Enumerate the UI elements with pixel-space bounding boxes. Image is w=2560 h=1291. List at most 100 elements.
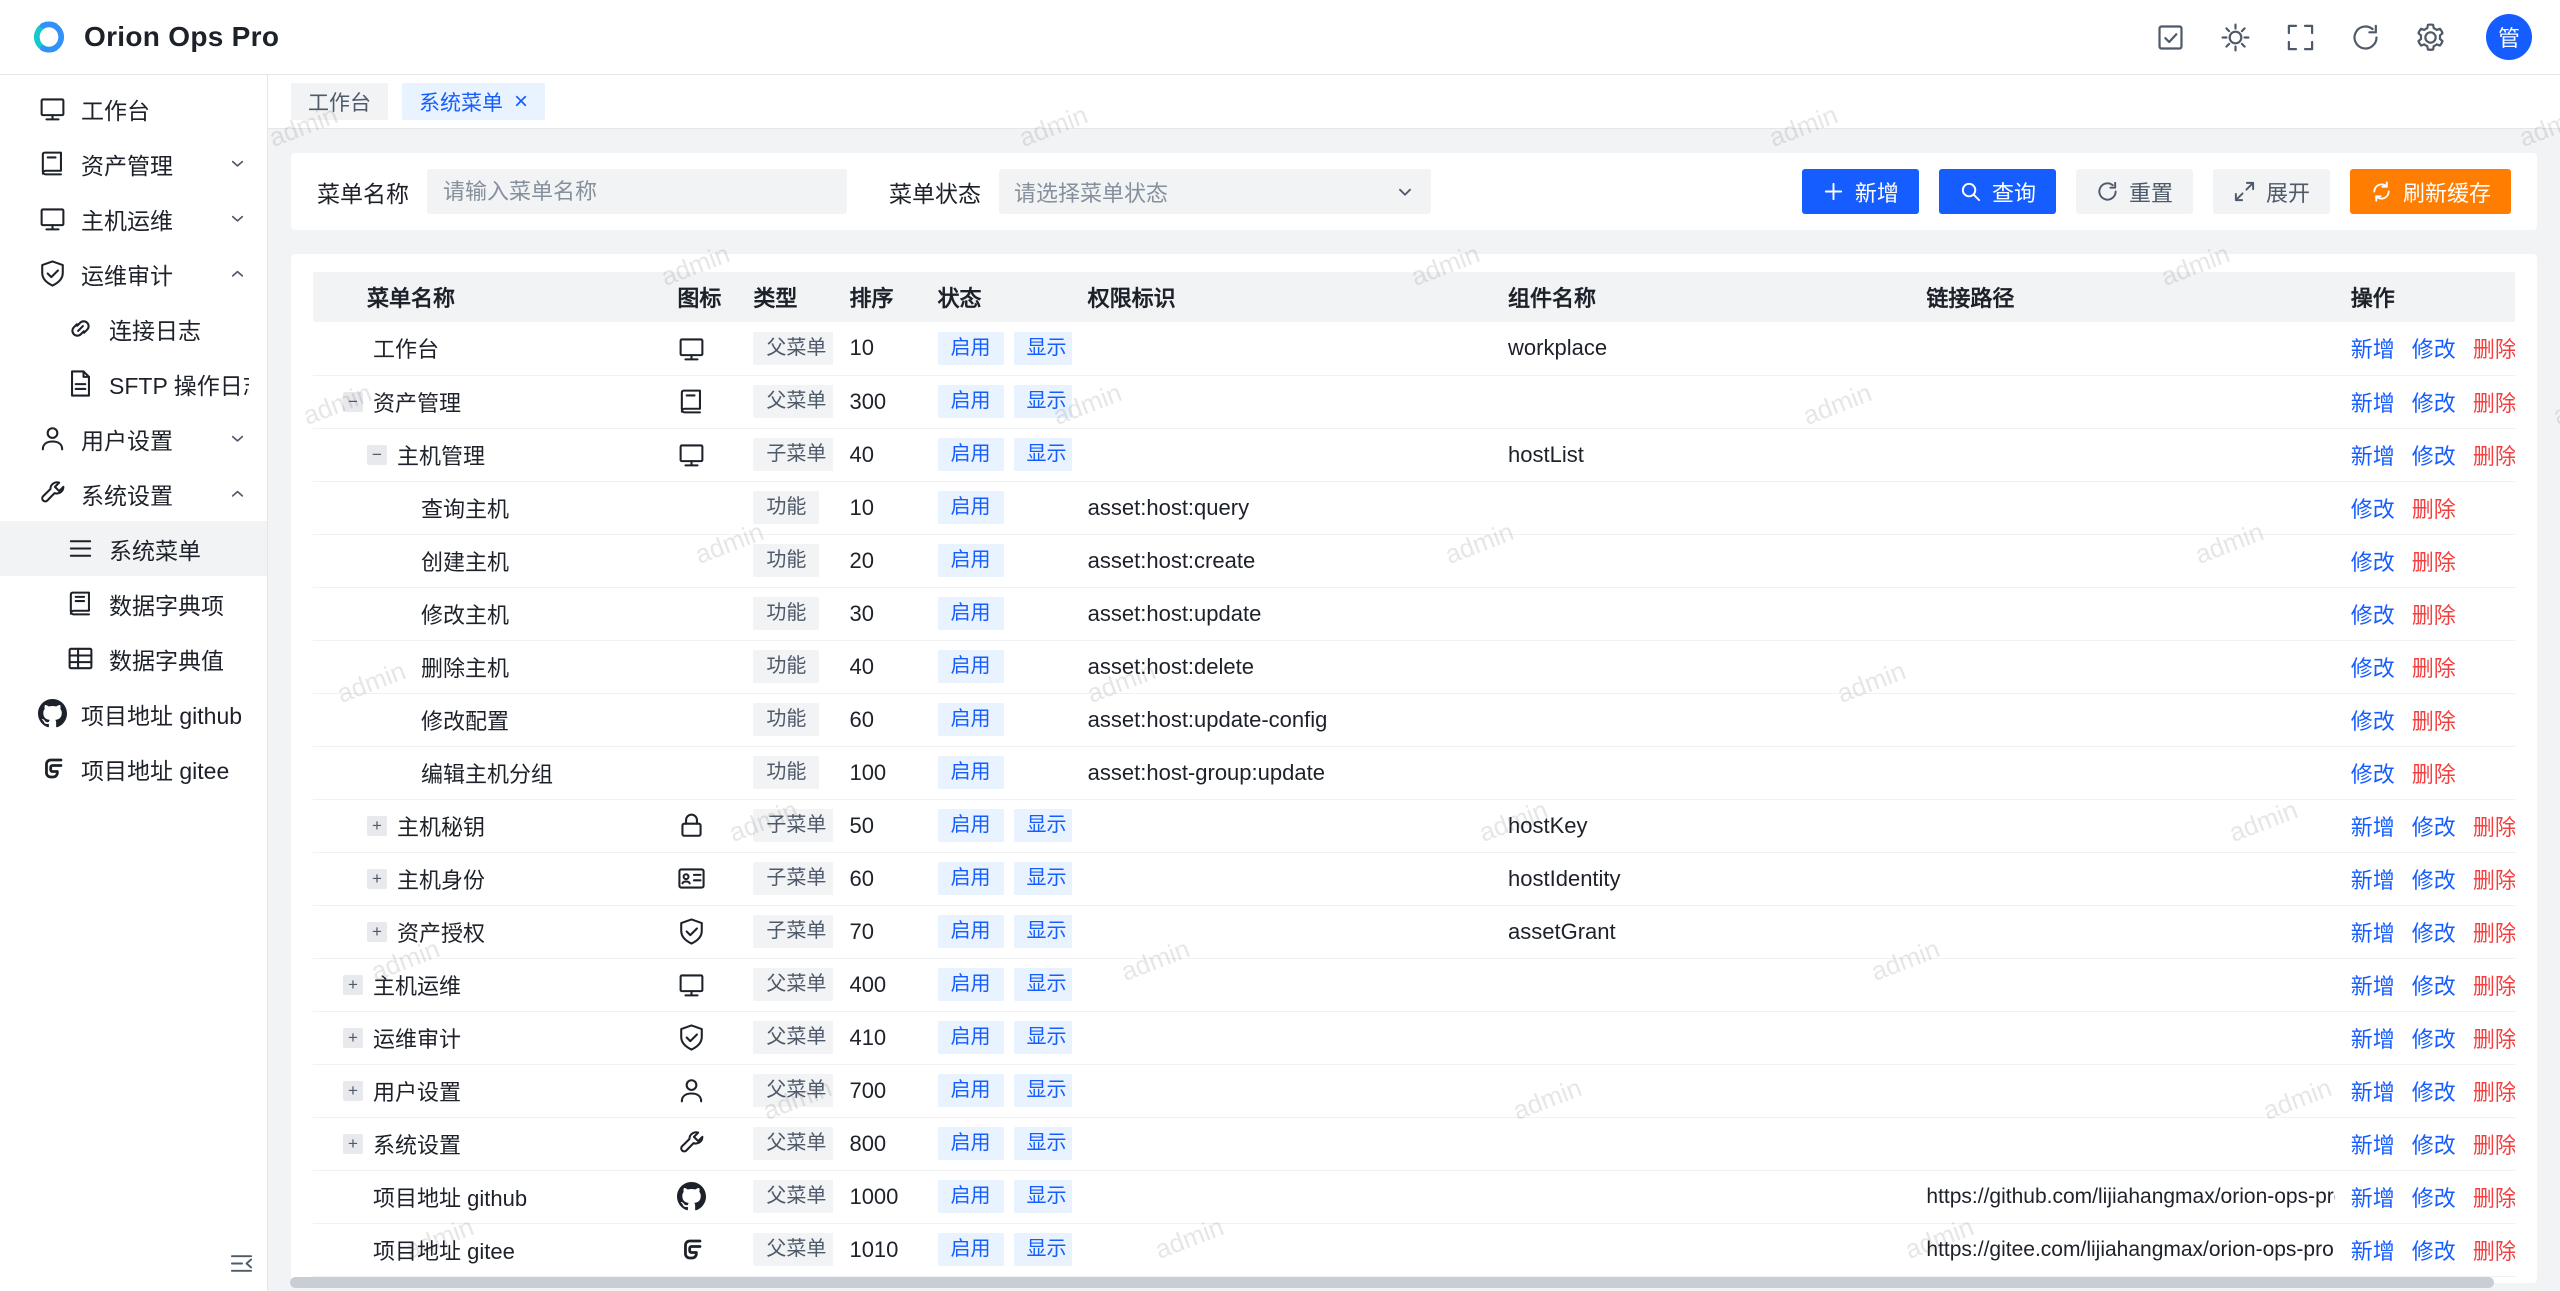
horizontal-scrollbar[interactable]	[272, 1277, 2556, 1290]
table-row[interactable]: +资产授权 子菜单 70 启用显示 assetGrant 新增修改删除	[313, 905, 2515, 958]
expand-row-button[interactable]: +	[343, 1028, 363, 1048]
table-row[interactable]: 修改主机 功能 30 启用 asset:host:update 修改删除	[313, 587, 2515, 640]
query-button[interactable]: 查询	[1939, 169, 2056, 214]
sidebar-subitem[interactable]: 连接日志	[0, 301, 267, 356]
expand-row-button[interactable]: +	[367, 869, 387, 889]
row-action-add[interactable]: 新增	[2351, 444, 2395, 469]
menu-status-select[interactable]: 请选择菜单状态	[999, 169, 1431, 214]
row-action-add[interactable]: 新增	[2351, 337, 2395, 362]
table-row[interactable]: 修改配置 功能 60 启用 asset:host:update-config 修…	[313, 693, 2515, 746]
sidebar-subitem[interactable]: 系统菜单	[0, 521, 267, 576]
close-tab-icon[interactable]: ×	[514, 90, 528, 114]
row-action-delete[interactable]: 删除	[2473, 1239, 2515, 1264]
row-action-edit[interactable]: 修改	[2412, 1080, 2456, 1105]
avatar[interactable]: 管	[2486, 14, 2532, 60]
row-action-add[interactable]: 新增	[2351, 1027, 2395, 1052]
row-action-delete[interactable]: 删除	[2473, 1027, 2515, 1052]
row-action-edit[interactable]: 修改	[2412, 444, 2456, 469]
table-row[interactable]: −资产管理 父菜单 300 启用显示 新增修改删除	[313, 375, 2515, 428]
expand-row-button[interactable]: +	[343, 1081, 363, 1101]
row-action-edit[interactable]: 修改	[2412, 921, 2456, 946]
tab-active[interactable]: 系统菜单×	[402, 83, 545, 120]
tab-item[interactable]: 工作台	[291, 83, 388, 120]
row-action-edit[interactable]: 修改	[2351, 603, 2395, 628]
row-action-edit[interactable]: 修改	[2412, 815, 2456, 840]
sidebar-subitem[interactable]: 数据字典项	[0, 576, 267, 631]
table-row[interactable]: +系统设置 父菜单 800 启用显示 新增修改删除	[313, 1117, 2515, 1170]
menu-fold-icon[interactable]	[228, 1250, 255, 1277]
row-action-delete[interactable]: 删除	[2473, 1080, 2515, 1105]
table-row[interactable]: +主机身份 子菜单 60 启用显示 hostIdentity 新增修改删除	[313, 852, 2515, 905]
add-button[interactable]: 新增	[1802, 169, 1919, 214]
row-action-delete[interactable]: 删除	[2473, 815, 2515, 840]
table-row[interactable]: 删除主机 功能 40 启用 asset:host:delete 修改删除	[313, 640, 2515, 693]
row-action-delete[interactable]: 删除	[2412, 656, 2456, 681]
sidebar-item[interactable]: 运维审计	[0, 246, 267, 301]
table-row[interactable]: 项目地址 github 父菜单 1000 启用显示 https://github…	[313, 1170, 2515, 1223]
sidebar-item[interactable]: 项目地址 github	[0, 686, 267, 741]
table-row[interactable]: +主机秘钥 子菜单 50 启用显示 hostKey 新增修改删除	[313, 799, 2515, 852]
table-row[interactable]: 查询主机 功能 10 启用 asset:host:query 修改删除	[313, 481, 2515, 534]
sidebar-subitem[interactable]: 数据字典值	[0, 631, 267, 686]
row-action-add[interactable]: 新增	[2351, 1133, 2395, 1158]
row-action-delete[interactable]: 删除	[2473, 974, 2515, 999]
scrollbar-thumb[interactable]	[290, 1277, 2494, 1288]
row-action-delete[interactable]: 删除	[2473, 337, 2515, 362]
sidebar-item[interactable]: 资产管理	[0, 136, 267, 191]
row-action-add[interactable]: 新增	[2351, 815, 2395, 840]
row-action-add[interactable]: 新增	[2351, 391, 2395, 416]
row-action-add[interactable]: 新增	[2351, 868, 2395, 893]
expand-button[interactable]: 展开	[2213, 169, 2330, 214]
expand-row-button[interactable]: +	[367, 922, 387, 942]
table-row[interactable]: −主机管理 子菜单 40 启用显示 hostList 新增修改删除	[313, 428, 2515, 481]
row-action-delete[interactable]: 删除	[2473, 391, 2515, 416]
sidebar-item[interactable]: 主机运维	[0, 191, 267, 246]
sidebar-subitem[interactable]: SFTP 操作日志	[0, 356, 267, 411]
row-action-delete[interactable]: 删除	[2473, 444, 2515, 469]
menu-name-input[interactable]	[427, 169, 847, 214]
row-action-edit[interactable]: 修改	[2351, 762, 2395, 787]
check-square-icon[interactable]	[2155, 22, 2186, 53]
theme-sun-icon[interactable]	[2220, 22, 2251, 53]
fullscreen-icon[interactable]	[2285, 22, 2316, 53]
row-action-edit[interactable]: 修改	[2412, 1239, 2456, 1264]
row-action-edit[interactable]: 修改	[2412, 1027, 2456, 1052]
sidebar-item[interactable]: 系统设置	[0, 466, 267, 521]
expand-row-button[interactable]: +	[367, 816, 387, 836]
row-action-edit[interactable]: 修改	[2412, 868, 2456, 893]
row-action-delete[interactable]: 删除	[2473, 1186, 2515, 1211]
row-action-delete[interactable]: 删除	[2473, 1133, 2515, 1158]
settings-icon[interactable]	[2415, 22, 2446, 53]
collapse-row-button[interactable]: −	[367, 445, 387, 465]
row-action-edit[interactable]: 修改	[2351, 709, 2395, 734]
table-row[interactable]: 工作台 父菜单 10 启用显示 workplace 新增修改删除	[313, 322, 2515, 375]
sidebar-item[interactable]: 项目地址 gitee	[0, 741, 267, 796]
row-action-delete[interactable]: 删除	[2412, 603, 2456, 628]
refresh-cache-button[interactable]: 刷新缓存	[2350, 169, 2511, 214]
table-row[interactable]: +主机运维 父菜单 400 启用显示 新增修改删除	[313, 958, 2515, 1011]
sidebar-item[interactable]: 工作台	[0, 81, 267, 136]
table-row[interactable]: 创建主机 功能 20 启用 asset:host:create 修改删除	[313, 534, 2515, 587]
table-row[interactable]: 项目地址 gitee 父菜单 1010 启用显示 https://gitee.c…	[313, 1223, 2515, 1276]
row-action-add[interactable]: 新增	[2351, 921, 2395, 946]
row-action-edit[interactable]: 修改	[2412, 1186, 2456, 1211]
table-row[interactable]: +运维审计 父菜单 410 启用显示 新增修改删除	[313, 1011, 2515, 1064]
row-action-edit[interactable]: 修改	[2412, 1133, 2456, 1158]
row-action-delete[interactable]: 删除	[2412, 762, 2456, 787]
row-action-add[interactable]: 新增	[2351, 974, 2395, 999]
row-action-edit[interactable]: 修改	[2351, 497, 2395, 522]
expand-row-button[interactable]: +	[343, 1134, 363, 1154]
row-action-add[interactable]: 新增	[2351, 1080, 2395, 1105]
row-action-delete[interactable]: 删除	[2473, 921, 2515, 946]
row-action-add[interactable]: 新增	[2351, 1239, 2395, 1264]
table-row[interactable]: +用户设置 父菜单 700 启用显示 新增修改删除	[313, 1064, 2515, 1117]
row-action-edit[interactable]: 修改	[2412, 391, 2456, 416]
row-action-add[interactable]: 新增	[2351, 1186, 2395, 1211]
row-action-edit[interactable]: 修改	[2351, 550, 2395, 575]
expand-row-button[interactable]: +	[343, 975, 363, 995]
row-action-edit[interactable]: 修改	[2412, 974, 2456, 999]
reset-button[interactable]: 重置	[2076, 169, 2193, 214]
sidebar-item[interactable]: 用户设置	[0, 411, 267, 466]
row-action-delete[interactable]: 删除	[2412, 550, 2456, 575]
table-row[interactable]: 编辑主机分组 功能 100 启用 asset:host-group:update…	[313, 746, 2515, 799]
